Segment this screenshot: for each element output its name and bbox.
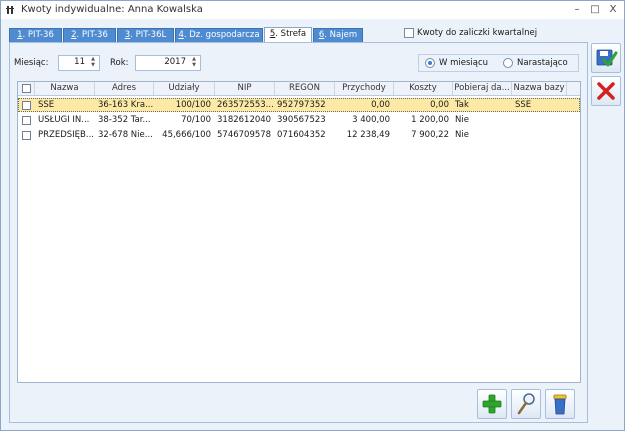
- cell-pobieraj: Nie: [455, 115, 469, 125]
- month-label: Miesiąc:: [14, 58, 49, 68]
- cell-nip: 5746709578: [217, 130, 272, 140]
- tab-pit-36-b[interactable]: 2. PIT-36: [63, 28, 116, 42]
- cell-udzialy: 100/100: [175, 100, 211, 110]
- header-nazwa-bazy[interactable]: Nazwa bazy: [512, 82, 567, 95]
- cell-adres: 38-352 Tar...: [98, 115, 151, 125]
- cell-nazwa: PRZEDSIĘB...: [38, 130, 94, 140]
- tab-label: . PIT-36: [76, 30, 108, 40]
- table-header: Nazwa Adres Udziały NIP REGON Przychody …: [18, 82, 580, 96]
- delete-button[interactable]: [545, 389, 575, 419]
- header-przychody[interactable]: Przychody: [335, 82, 394, 95]
- cell-nazwa: SSE: [38, 100, 55, 110]
- header-regon[interactable]: REGON: [275, 82, 335, 95]
- table-row[interactable]: PRZEDSIĘB... 32-678 Nie... 45,666/100 57…: [18, 128, 580, 142]
- green-plus-icon: [482, 394, 502, 414]
- tab-label: . Najem: [324, 30, 358, 40]
- cell-nazwa-bazy: [515, 113, 565, 127]
- table-row[interactable]: SSE 36-163 Kra... 100/100 263572553... 9…: [18, 98, 580, 112]
- cell-udzialy: 70/100: [181, 115, 211, 125]
- quarterly-label: Kwoty do zaliczki kwartalnej: [417, 28, 538, 38]
- tab-strefa[interactable]: 5. Strefa: [264, 27, 312, 43]
- zones-table[interactable]: Nazwa Adres Udziały NIP REGON Przychody …: [17, 81, 581, 383]
- magnifier-icon: [517, 393, 535, 415]
- row-checkbox[interactable]: [22, 116, 31, 125]
- cell-koszty: 1 200,00: [411, 115, 449, 125]
- quarterly-checkbox[interactable]: [404, 28, 414, 38]
- tab-pit-36-a[interactable]: 1. PIT-36: [9, 28, 62, 42]
- radio-cumulative-label: Narastająco: [517, 58, 568, 68]
- stepper-arrows-icon[interactable]: ▲ ▼: [190, 56, 198, 70]
- cell-przychody: 3 400,00: [352, 115, 390, 125]
- cell-nazwa-bazy: SSE: [515, 100, 532, 110]
- tab-label: . PIT-36L: [130, 30, 167, 40]
- cell-nip: 3182612040: [217, 115, 272, 125]
- main-window: Kwoty indywidualne: Anna Kowalska – □ X …: [0, 0, 625, 431]
- select-all-checkbox[interactable]: [22, 84, 31, 93]
- cancel-button[interactable]: [591, 76, 621, 106]
- close-button[interactable]: X: [605, 3, 621, 17]
- cell-przychody: 12 238,49: [346, 130, 390, 140]
- month-value: 11: [74, 57, 85, 67]
- period-mode-group: W miesiącu Narastająco: [418, 54, 579, 72]
- cell-nip: 263572553...: [217, 100, 273, 110]
- month-stepper[interactable]: 11 ▲ ▼: [58, 55, 100, 71]
- year-stepper[interactable]: 2017 ▲ ▼: [135, 55, 201, 71]
- header-adres[interactable]: Adres: [95, 82, 154, 95]
- tab-label: . Strefa: [275, 29, 307, 39]
- save-button[interactable]: [591, 43, 621, 73]
- save-disk-icon: [596, 49, 618, 67]
- maximize-button[interactable]: □: [587, 3, 603, 17]
- cell-pobieraj: Tak: [455, 100, 469, 110]
- row-checkbox[interactable]: [22, 131, 31, 140]
- header-check[interactable]: [18, 82, 35, 95]
- cancel-x-icon: [597, 82, 615, 100]
- cell-regon: 390567523: [277, 115, 326, 125]
- tab-label: . PIT-36: [22, 30, 54, 40]
- tab-najem[interactable]: 6. Najem: [313, 28, 363, 42]
- minimize-button[interactable]: –: [569, 3, 585, 17]
- cell-przychody: 0,00: [371, 100, 390, 110]
- header-nip[interactable]: NIP: [215, 82, 275, 95]
- cell-adres: 36-163 Kra...: [98, 100, 153, 110]
- cell-nazwa-bazy: [515, 128, 565, 142]
- year-label: Rok:: [110, 58, 129, 68]
- trash-bin-icon: [553, 394, 567, 415]
- title-bar: Kwoty indywidualne: Anna Kowalska – □ X: [1, 1, 624, 19]
- radio-cumulative[interactable]: [503, 58, 513, 68]
- radio-monthly-label: W miesiącu: [439, 58, 489, 68]
- cell-pobieraj: Nie: [455, 130, 469, 140]
- cell-nazwa: USŁUGI IN...: [38, 115, 90, 125]
- cell-koszty: 0,00: [430, 100, 449, 110]
- header-udzialy[interactable]: Udziały: [154, 82, 215, 95]
- cell-regon: 071604352: [277, 130, 326, 140]
- radio-monthly[interactable]: [425, 58, 435, 68]
- tab-dz-gospodarcza[interactable]: 4. Dz. gospodarcza: [175, 28, 263, 42]
- tab-pit-36l[interactable]: 3. PIT-36L: [117, 28, 174, 42]
- cell-adres: 32-678 Nie...: [98, 130, 153, 140]
- row-checkbox[interactable]: [22, 101, 31, 110]
- cell-udzialy: 45,666/100: [162, 130, 211, 140]
- app-icon: [6, 6, 14, 14]
- header-koszty[interactable]: Koszty: [394, 82, 453, 95]
- edit-button[interactable]: [511, 389, 541, 419]
- stepper-arrows-icon[interactable]: ▲ ▼: [89, 56, 97, 70]
- add-button[interactable]: [477, 389, 507, 419]
- header-pobieraj[interactable]: Pobieraj da...: [453, 82, 512, 95]
- tab-panel-strefa: Miesiąc: 11 ▲ ▼ Rok: 2017 ▲ ▼ W miesiącu N…: [9, 42, 588, 423]
- header-nazwa[interactable]: Nazwa: [35, 82, 95, 95]
- cell-koszty: 7 900,22: [411, 130, 449, 140]
- tab-label: . Dz. gospodarcza: [183, 30, 260, 40]
- cell-regon: 952797352: [277, 100, 326, 110]
- window-title: Kwoty indywidualne: Anna Kowalska: [21, 4, 203, 15]
- year-value: 2017: [164, 57, 186, 67]
- table-row[interactable]: USŁUGI IN... 38-352 Tar... 70/100 318261…: [18, 113, 580, 127]
